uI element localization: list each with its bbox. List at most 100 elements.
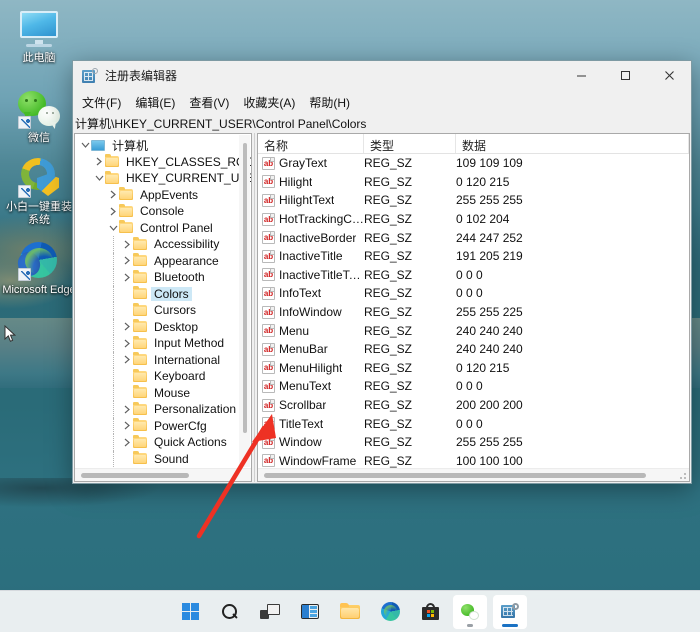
values-row[interactable]: ab GrayText REG_SZ 109 109 109 [258,154,689,173]
chevron-down-icon[interactable] [107,220,119,236]
values-row[interactable]: ab InactiveBorder REG_SZ 244 247 252 [258,228,689,247]
chevron-right-icon[interactable] [121,319,133,335]
chevron-right-icon[interactable] [93,154,105,170]
taskbar[interactable] [0,590,700,632]
column-header-name[interactable]: 名称 [258,134,364,153]
values-row[interactable]: ab InactiveTitleText REG_SZ 0 0 0 [258,266,689,285]
values-row[interactable]: ab HilightText REG_SZ 255 255 255 [258,191,689,210]
desktop-icon-wechat[interactable]: 微信 [2,88,76,145]
values-row[interactable]: ab MenuHilight REG_SZ 0 120 215 [258,359,689,378]
chevron-right-icon[interactable] [107,203,119,219]
values-row[interactable]: ab Scrollbar REG_SZ 200 200 200 [258,396,689,415]
search-button[interactable] [213,595,247,629]
menu-item-4[interactable]: 帮助(H) [302,92,357,113]
tree-hscroll-thumb[interactable] [81,473,189,478]
chevron-right-icon[interactable] [121,352,133,368]
tree-node-hkey-classes-root[interactable]: HKEY_CLASSES_ROOT [75,154,251,171]
values-row[interactable]: ab InfoWindow REG_SZ 255 255 225 [258,303,689,322]
tree-guide-line [113,236,114,253]
chevron-right-icon[interactable] [121,253,133,269]
values-row[interactable]: ab MenuText REG_SZ 0 0 0 [258,377,689,396]
values-column-headers[interactable]: 名称 类型 数据 [258,134,689,154]
tree-node--[interactable]: 计算机 [75,137,251,154]
store-button[interactable] [413,595,447,629]
ab-string-value-icon: ab [262,193,275,207]
values-horizontal-scrollbar[interactable] [258,468,689,481]
tree-node-control-panel[interactable]: Control Panel [75,220,251,237]
chevron-right-icon[interactable] [107,187,119,203]
menu-item-0[interactable]: 文件(F) [75,92,128,113]
chevron-right-icon[interactable] [121,434,133,450]
tree-node-mouse[interactable]: Mouse [75,384,251,401]
registry-editor-button[interactable] [493,594,527,629]
tree-node-powercfg[interactable]: PowerCfg [75,417,251,434]
tree-scroll-thumb[interactable] [243,143,247,433]
chevron-right-icon[interactable] [121,401,133,417]
chevron-down-icon[interactable] [79,137,91,153]
menu-item-2[interactable]: 查看(V) [182,92,236,113]
minimize-button[interactable] [559,61,603,91]
ab-string-value-icon: ab [262,342,275,356]
tree-node-appevents[interactable]: AppEvents [75,187,251,204]
tree-vertical-scrollbar[interactable] [239,135,250,467]
file-explorer-button[interactable] [333,595,367,629]
values-hscroll-thumb[interactable] [264,473,646,478]
tree-node-bluetooth[interactable]: Bluetooth [75,269,251,286]
chevron-right-icon[interactable] [121,418,133,434]
start-button[interactable] [173,595,207,629]
wechat-button[interactable] [453,594,487,629]
tree-node-label: Keyboard [154,369,206,384]
values-list[interactable]: ab GrayText REG_SZ 109 109 109 ab Hilight REG_… [258,154,689,468]
values-row[interactable]: ab InfoText REG_SZ 0 0 0 [258,284,689,303]
registry-tree[interactable]: 计算机 HKEY_CLASSES_ROOT HKEY_CURRENT_USER App… [75,134,251,468]
widgets-button[interactable] [293,595,327,629]
registry-editor-window[interactable]: 注册表编辑器 文件(F) 编辑(E) 查看(V) 收藏夹(A) 帮助(H) 计算机\HK… [72,60,692,484]
tree-node-colors[interactable]: Colors [75,285,251,302]
values-row[interactable]: ab WindowFrame REG_SZ 100 100 100 [258,452,689,469]
desktop-icon-xiaobai[interactable]: 小白一键重装系统 [2,157,76,227]
menu-item-3[interactable]: 收藏夹(A) [236,92,302,113]
values-row[interactable]: ab Hilight REG_SZ 0 120 215 [258,173,689,192]
maximize-button[interactable] [603,61,647,91]
window-resize-grip[interactable] [677,470,687,480]
tree-node-hkey-current-user[interactable]: HKEY_CURRENT_USER [75,170,251,187]
address-bar[interactable]: 计算机\HKEY_CURRENT_USER\Control Panel\Colo… [73,113,691,133]
tree-node-sound[interactable]: Sound [75,450,251,467]
tree-node-cursors[interactable]: Cursors [75,302,251,319]
tree-node-desktop[interactable]: Desktop [75,318,251,335]
values-row[interactable]: ab InactiveTitle REG_SZ 191 205 219 [258,247,689,266]
chevron-right-icon[interactable] [121,236,133,252]
tree-node-input-method[interactable]: Input Method [75,335,251,352]
close-button[interactable] [647,61,691,91]
values-row[interactable]: ab Menu REG_SZ 240 240 240 [258,321,689,340]
menu-item-1[interactable]: 编辑(E) [128,92,182,113]
column-header-type[interactable]: 类型 [364,134,456,153]
task-view-button[interactable] [253,595,287,629]
menu-bar[interactable]: 文件(F) 编辑(E) 查看(V) 收藏夹(A) 帮助(H) [73,91,691,113]
folder-icon [105,154,120,168]
tree-node-international[interactable]: International [75,351,251,368]
values-row[interactable]: ab MenuBar REG_SZ 240 240 240 [258,340,689,359]
tree-node-console[interactable]: Console [75,203,251,220]
values-cell-data: 0 0 0 [456,416,483,431]
tree-horizontal-scrollbar[interactable] [75,468,251,481]
registry-tree-pane[interactable]: 计算机 HKEY_CLASSES_ROOT HKEY_CURRENT_USER App… [74,133,252,482]
window-titlebar[interactable]: 注册表编辑器 [73,61,691,91]
values-row[interactable]: ab HotTrackingCo... REG_SZ 0 102 204 [258,210,689,229]
registry-values-pane[interactable]: 名称 类型 数据 ab GrayText REG_SZ 109 109 109 ab Hi… [257,133,690,482]
tree-node-keyboard[interactable]: Keyboard [75,368,251,385]
desktop-icon-this-pc[interactable]: 此电脑 [2,8,76,65]
chevron-right-icon[interactable] [121,269,133,285]
edge-button[interactable] [373,595,407,629]
desktop-icon-edge[interactable]: Microsoft Edge [2,240,76,297]
column-header-data[interactable]: 数据 [456,134,689,153]
chevron-right-icon[interactable] [121,335,133,351]
tree-node-appearance[interactable]: Appearance [75,252,251,269]
tree-node-quick-actions[interactable]: Quick Actions [75,434,251,451]
values-row[interactable]: ab TitleText REG_SZ 0 0 0 [258,414,689,433]
values-row[interactable]: ab Window REG_SZ 255 255 255 [258,433,689,452]
chevron-down-icon[interactable] [93,170,105,186]
tree-node-accessibility[interactable]: Accessibility [75,236,251,253]
values-cell-name: ab GrayText [258,156,364,170]
tree-node-personalization[interactable]: Personalization [75,401,251,418]
